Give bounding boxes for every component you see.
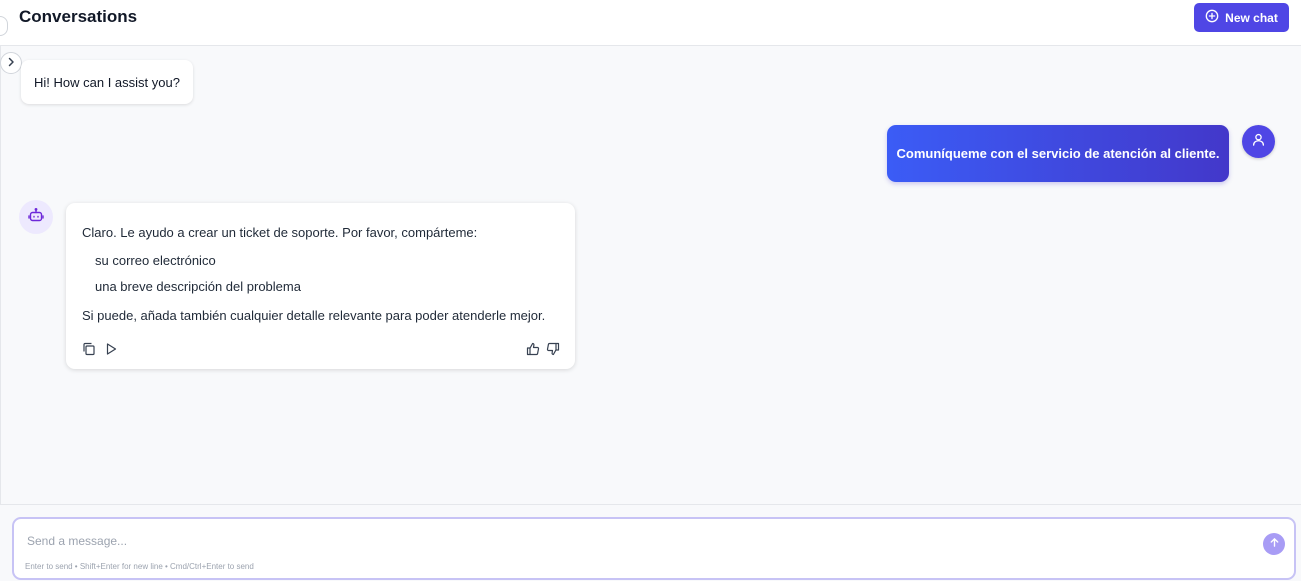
sidebar-edge-handle[interactable] [0,16,8,36]
user-message-text: Comuníqueme con el servicio de atención … [896,146,1220,161]
assistant-message-card: Claro. Le ayudo a crear un ticket de sop… [66,203,575,369]
sidebar-divider [0,46,1,504]
assistant-message-intro: Claro. Le ayudo a crear un ticket de sop… [82,225,478,240]
thumbs-up-icon[interactable] [526,342,540,356]
page-title: Conversations [19,7,138,26]
composer-hint: Enter to send • Shift+Enter for new line… [25,562,254,571]
plus-circle-icon [1205,9,1219,26]
send-button[interactable] [1263,533,1285,555]
user-message-bubble: Comuníqueme con el servicio de atención … [887,125,1229,182]
copy-icon[interactable] [82,342,96,356]
header-bar: Conversations New chat [0,0,1301,46]
thumbs-down-icon[interactable] [546,342,560,356]
play-icon[interactable] [104,342,118,356]
user-avatar [1242,125,1275,158]
sidebar-toggle-button[interactable] [0,52,22,74]
message-input[interactable] [27,531,1227,551]
greeting-text: Hi! How can I assist you? [34,74,180,90]
arrow-up-icon [1269,535,1280,553]
user-icon [1251,132,1266,152]
bot-avatar [19,200,53,234]
chevron-right-icon [6,54,16,72]
bot-icon [28,207,44,228]
message-composer: Enter to send • Shift+Enter for new line… [12,517,1296,580]
new-chat-label: New chat [1225,10,1278,25]
assistant-message-outro: Si puede, añada también cualquier detall… [82,308,546,323]
assistant-greeting-bubble: Hi! How can I assist you? [21,60,193,104]
list-item: su correo electrónico [95,253,216,268]
list-item: una breve descripción del problema [95,279,301,294]
new-chat-button[interactable]: New chat [1194,3,1289,32]
